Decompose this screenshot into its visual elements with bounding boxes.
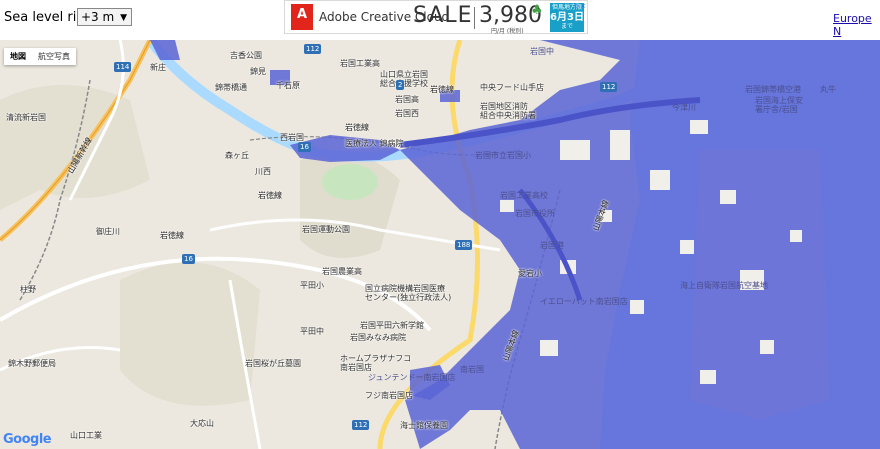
label-shinkawa: 新庄 bbox=[150, 63, 166, 72]
ad-badge-line2: 6月3日 bbox=[550, 12, 584, 23]
label-chuo-food: 中央フード山手店 bbox=[480, 83, 544, 92]
label-morigaoka: 森ヶ丘 bbox=[225, 151, 249, 160]
label-hiraya: 平田小 bbox=[300, 281, 324, 290]
label-marine-office: 岩国海上保安 署庁舎/岩国 bbox=[755, 96, 803, 114]
label-iwakuni-jhs: 岩国中 bbox=[530, 47, 554, 56]
ad-sale-text: SALE bbox=[413, 3, 473, 28]
park-area bbox=[322, 164, 378, 200]
label-iwakuni-technical-hs: 岩国工業高 bbox=[340, 59, 380, 68]
label-iwakuni-kenkou: 岩国工業高校 bbox=[500, 191, 548, 200]
map-type-map-button[interactable]: 地図 bbox=[4, 48, 32, 65]
label-kashiwa: 柱野 bbox=[20, 285, 36, 294]
label-iwakuni-hospital: 国立病院機構岩国医療 センター(独立行政法人) bbox=[365, 284, 452, 302]
map-type-satellite-button[interactable]: 航空写真 bbox=[32, 48, 76, 65]
label-iwakuni-sports-park: 岩国運動公園 bbox=[302, 225, 350, 234]
road-shield-112: 112 bbox=[304, 44, 322, 54]
label-aikawa: 今津川 bbox=[672, 103, 696, 112]
top-controls-bar: Sea level rise: +3 m ▼ A Adobe Creative … bbox=[0, 0, 880, 40]
advertisement-banner[interactable]: A Adobe Creative Cloud SALE 3,980 円/月 (税… bbox=[284, 0, 588, 35]
label-kichikou-park: 吉香公園 bbox=[230, 51, 262, 60]
label-iwakuni-agri-hs: 岩国農業高 bbox=[322, 267, 362, 276]
label-yamaguchi-airport-port: 岩国港 bbox=[540, 241, 564, 250]
label-jiyusco: ジュンテンドー南岩国店 bbox=[368, 373, 456, 382]
label-ushi: 丸牛 bbox=[820, 85, 836, 94]
road-shield-112-south: 112 bbox=[352, 420, 370, 430]
label-nishiki-bridge-station: 錦帯橋通 bbox=[215, 83, 247, 92]
label-kiyosu-station: 清流新岩国 bbox=[6, 113, 46, 122]
label-kawanishi: 川西 bbox=[255, 167, 271, 176]
clover-icon: ♣ bbox=[531, 3, 543, 18]
label-iwakuni-fire: 岩国地区消防 組合中央消防署 bbox=[480, 102, 536, 120]
region-link-europe[interactable]: Europe N bbox=[833, 12, 880, 38]
label-kaisei-hs: 海士館保養園 bbox=[400, 421, 448, 430]
ad-badge-line3: まで bbox=[560, 23, 573, 30]
label-iwakuni-line-2: 岩徳線 bbox=[160, 231, 184, 240]
label-iwakuni-minami-hospital: 岩国みなみ病院 bbox=[350, 333, 406, 342]
label-iwakuni-hs: 岩国高 bbox=[395, 95, 419, 104]
road-shield-16: 16 bbox=[182, 254, 195, 264]
ad-price-sub: 円/月 (税別) bbox=[491, 28, 524, 35]
adobe-logo-icon: A bbox=[291, 4, 313, 30]
label-senzai: 千石原 bbox=[276, 81, 300, 90]
map-type-control[interactable]: 地図 航空写真 bbox=[4, 48, 76, 65]
label-iwakuni-hiraya-ryoukan: 岩国平田六新学館 bbox=[360, 321, 424, 330]
label-gondo: 御庄川 bbox=[96, 227, 120, 236]
label-iwakuni-line-1: 岩徳線 bbox=[345, 123, 369, 132]
road-shield-112-east: 112 bbox=[600, 82, 618, 92]
ad-choices-icon[interactable]: ▷× bbox=[575, 2, 586, 10]
chevron-down-icon: ▼ bbox=[120, 13, 127, 23]
road-shield-114: 114 bbox=[114, 62, 132, 72]
google-logo: Google bbox=[3, 432, 52, 447]
google-logo-text: Google bbox=[3, 432, 52, 447]
label-us-marine: 海上自衛隊岩国航空基地 bbox=[680, 281, 768, 290]
label-iwakuni-line-3: 岩徳線 bbox=[258, 191, 282, 200]
road-shield-188: 188 bbox=[455, 240, 473, 250]
sea-level-value: +3 m bbox=[81, 10, 115, 24]
label-iwakuni-line-4: 岩徳線 bbox=[430, 85, 454, 94]
label-iwakuni-es: 岩国市立岩国小 bbox=[475, 151, 531, 160]
label-fuji-shopping: フジ南岩国店 bbox=[365, 391, 413, 400]
label-iwakuni-machi: 岩国市役所 bbox=[515, 209, 555, 218]
sea-level-select[interactable]: +3 m ▼ bbox=[77, 8, 132, 26]
label-yellow-hat: イエローハット南岩国店 bbox=[540, 297, 628, 306]
label-iwakuni-eng: 山口工業 bbox=[70, 431, 102, 440]
ad-separator bbox=[474, 7, 475, 29]
label-nishikimi-station: 錦見 bbox=[250, 67, 266, 76]
label-aiyou: 愛宕小 bbox=[518, 269, 542, 278]
label-tanada: 大応山 bbox=[190, 419, 214, 428]
label-home-plaza: ホームプラザナフコ 南岩国店 bbox=[340, 354, 412, 372]
label-hiraya-jhs: 平田中 bbox=[300, 327, 324, 336]
label-minami-iwakuni-station: 南岩国 bbox=[460, 365, 484, 374]
road-shield-16-east: 16 bbox=[298, 142, 311, 152]
label-kono-station: 錦木野郵便局 bbox=[8, 359, 56, 368]
label-iwakuni-park: 岩国桜が丘墓園 bbox=[245, 359, 301, 368]
label-iwakuni-nishi: 岩国西 bbox=[395, 109, 419, 118]
map-canvas bbox=[0, 40, 880, 449]
label-iwakuni-airport: 岩国錦帯橋空港 bbox=[745, 85, 801, 94]
map-view[interactable]: 地図 航空写真 吉香公園 錦見 錦帯橋通 千石原 岩国工業高 山口県立岩国 総合… bbox=[0, 40, 880, 449]
label-medical-corp: 医療法人 錦病院 bbox=[345, 139, 404, 148]
road-shield-2: 2 bbox=[396, 80, 405, 90]
